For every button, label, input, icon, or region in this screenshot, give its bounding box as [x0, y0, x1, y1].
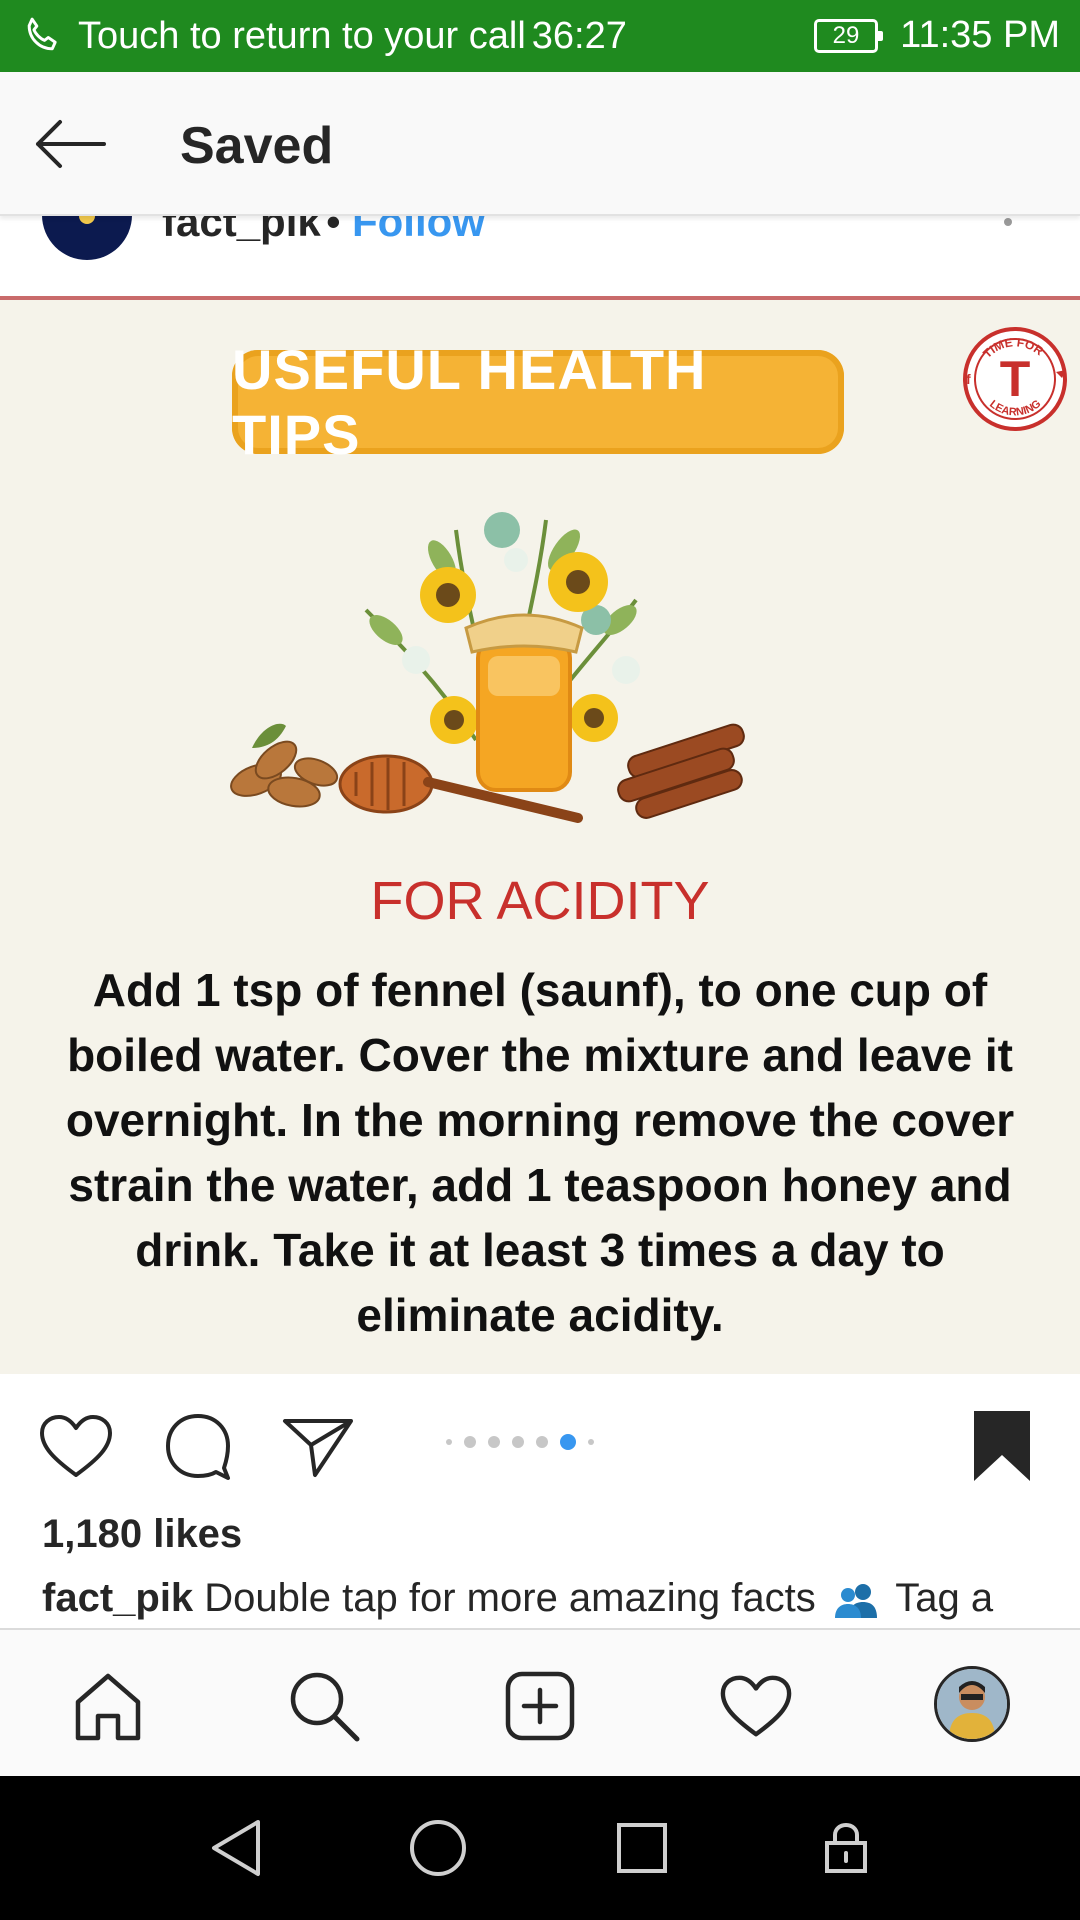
search-icon	[290, 1672, 360, 1742]
acidity-heading: FOR ACIDITY	[370, 871, 710, 931]
svg-text:T: T	[1000, 351, 1031, 407]
nav-search[interactable]	[284, 1666, 364, 1746]
system-recents-button[interactable]	[610, 1816, 674, 1880]
caption-text: Double tap for more amazing facts	[204, 1576, 816, 1620]
save-bookmark-button[interactable]	[962, 1410, 1042, 1482]
call-status-bar[interactable]: Touch to return to your call 36:27 29 11…	[0, 0, 1080, 72]
health-tips-banner: USEFUL HEALTH TIPS	[232, 338, 844, 466]
tip-line: eliminate acidity.	[356, 1289, 724, 1341]
bookmark-icon	[974, 1411, 1030, 1481]
return-to-call-text: Touch to return to your call	[78, 14, 526, 57]
tip-line: boiled water. Cover the mixture and leav…	[67, 1029, 1013, 1081]
battery-indicator: 29	[814, 19, 883, 53]
nav-home[interactable]	[68, 1666, 148, 1746]
system-navigation-bar	[0, 1776, 1080, 1920]
system-back-button[interactable]	[204, 1816, 268, 1880]
phone-icon	[27, 17, 57, 51]
carousel-indicator	[446, 1432, 606, 1452]
caption-username[interactable]: fact_pik	[42, 1576, 193, 1620]
add-post-icon	[505, 1671, 575, 1741]
tip-line: strain the water, add 1 teaspoon honey a…	[68, 1159, 1012, 1211]
tip-line: drink. Take it at least 3 times a day to	[135, 1224, 945, 1276]
back-arrow-icon	[36, 120, 106, 168]
carousel-dot	[488, 1436, 500, 1448]
nav-activity[interactable]	[716, 1666, 796, 1746]
carousel-dot	[512, 1436, 524, 1448]
like-button[interactable]	[36, 1410, 116, 1482]
people-emoji-icon	[834, 1584, 877, 1619]
home-icon	[75, 1673, 141, 1741]
carousel-dot	[464, 1436, 476, 1448]
back-button[interactable]	[32, 114, 108, 174]
system-home-button[interactable]	[406, 1816, 470, 1880]
carousel-dot	[446, 1439, 452, 1445]
likes-count[interactable]: 1,180 likes	[42, 1512, 242, 1557]
post-caption: fact_pik Double tap for more amazing fac…	[42, 1576, 993, 1621]
svg-text:f: f	[966, 371, 971, 387]
page-title: Saved	[180, 117, 334, 175]
lock-icon	[825, 1822, 867, 1873]
profile-photo	[937, 1669, 1007, 1739]
profile-avatar[interactable]	[934, 1666, 1010, 1742]
home-circle-icon	[410, 1820, 466, 1876]
honey-jar-illustration	[230, 512, 745, 823]
nav-add-post[interactable]	[500, 1666, 580, 1746]
tip-body: Add 1 tsp of fennel (saunf), to one cup …	[30, 958, 1050, 1348]
post-image[interactable]: USEFUL HEALTH TIPS TIME FOR LEARNING T f	[0, 296, 1080, 1374]
caption-text-continued: Tag a	[895, 1576, 994, 1620]
bottom-navigation	[0, 1628, 1080, 1776]
time-for-learning-logo: TIME FOR LEARNING T f	[963, 327, 1067, 431]
heart-icon	[40, 1415, 112, 1477]
back-triangle-icon	[212, 1820, 260, 1876]
carousel-dot	[536, 1436, 548, 1448]
activity-heart-icon	[720, 1675, 792, 1737]
carousel-dot	[588, 1439, 594, 1445]
tip-line: overnight. In the morning remove the cov…	[65, 1094, 1015, 1146]
comment-icon	[166, 1414, 230, 1480]
comment-button[interactable]	[158, 1410, 238, 1482]
carousel-dot-active	[560, 1434, 576, 1450]
system-lock-button[interactable]	[814, 1816, 878, 1880]
share-button[interactable]	[278, 1410, 358, 1482]
app-header: Saved	[0, 72, 1080, 216]
call-timer: 36:27	[531, 14, 627, 57]
instagram-saved-post-screen: Touch to return to your call 36:27 29 11…	[0, 0, 1080, 1920]
status-clock: 11:35 PM	[900, 14, 1060, 56]
share-icon	[283, 1419, 353, 1477]
recents-square-icon	[617, 1823, 667, 1873]
tip-line: Add 1 tsp of fennel (saunf), to one cup …	[92, 964, 988, 1016]
